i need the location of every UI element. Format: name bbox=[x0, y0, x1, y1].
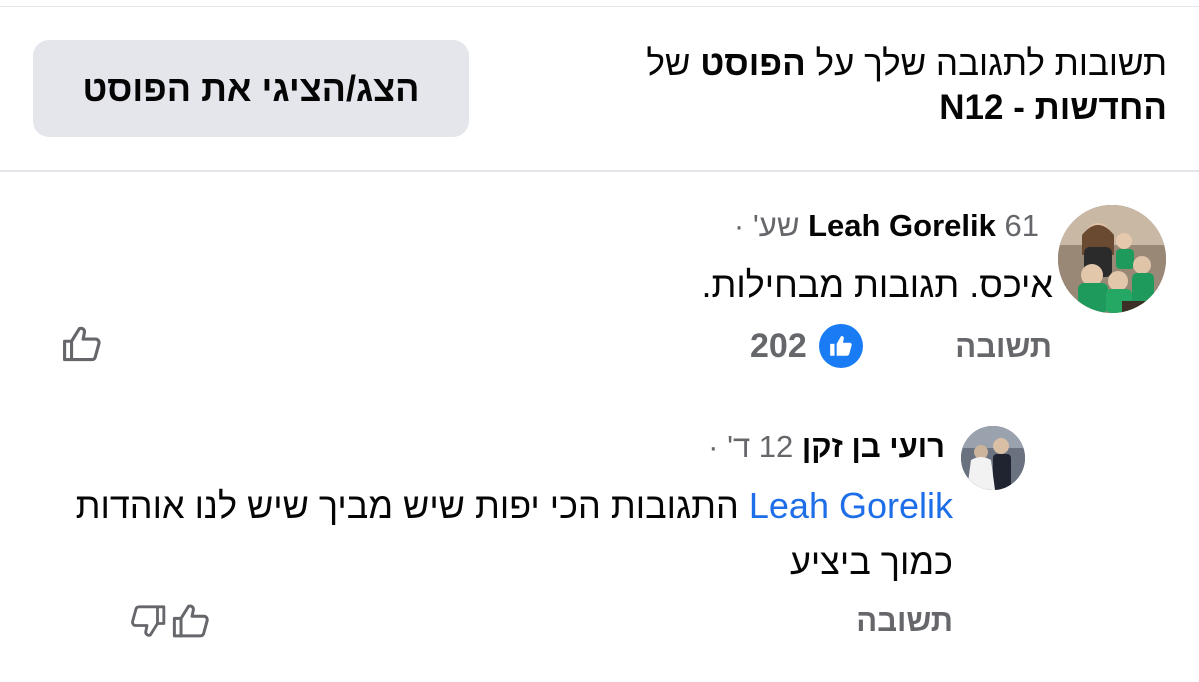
reply-button[interactable]: תשובה bbox=[856, 603, 953, 639]
comment-text: Leah Gorelik התגובות הכי יפות שיש מביך ש… bbox=[73, 478, 953, 590]
thumbs-down-outline-icon bbox=[131, 605, 166, 637]
author-name[interactable]: Leah Gorelik bbox=[808, 208, 996, 243]
meta-separator: · bbox=[733, 208, 745, 243]
mention-link[interactable]: Leah Gorelik bbox=[749, 485, 953, 526]
like-button[interactable] bbox=[170, 600, 212, 642]
reaction-number: 202 bbox=[750, 326, 807, 365]
comment-meta: Leah Gorelik 61 שע' · bbox=[734, 207, 1039, 245]
header-title: תשובות לתגובה שלך על הפוסט של החדשות - N… bbox=[646, 44, 1167, 127]
header-divider bbox=[0, 170, 1199, 172]
page-name: החדשות - N12 bbox=[939, 88, 1167, 127]
timestamp[interactable]: 12 ד' bbox=[727, 429, 793, 464]
like-button[interactable] bbox=[60, 322, 104, 366]
comment-text: איכס. תגובות מבחילות. bbox=[701, 264, 1053, 305]
show-post-button[interactable]: הצג/הציגי את הפוסט bbox=[33, 40, 469, 137]
post-word: הפוסט bbox=[700, 44, 806, 83]
replies-header: תשובות לתגובה שלך על הפוסט של החדשות - N… bbox=[0, 7, 1199, 170]
author-name[interactable]: רועי בן זקן bbox=[802, 429, 945, 464]
reply-button[interactable]: תשובה bbox=[955, 329, 1052, 365]
thumbs-up-outline-icon bbox=[172, 604, 209, 638]
dislike-button[interactable] bbox=[128, 600, 168, 642]
thumbs-up-outline-icon bbox=[63, 326, 101, 362]
comment-meta: רועי בן זקן 12 ד' · bbox=[708, 428, 945, 466]
meta-separator: · bbox=[708, 429, 719, 464]
reaction-count[interactable]: 202 bbox=[750, 324, 863, 368]
like-icon bbox=[818, 324, 863, 368]
avatar[interactable] bbox=[961, 426, 1025, 490]
avatar[interactable] bbox=[1058, 205, 1166, 313]
